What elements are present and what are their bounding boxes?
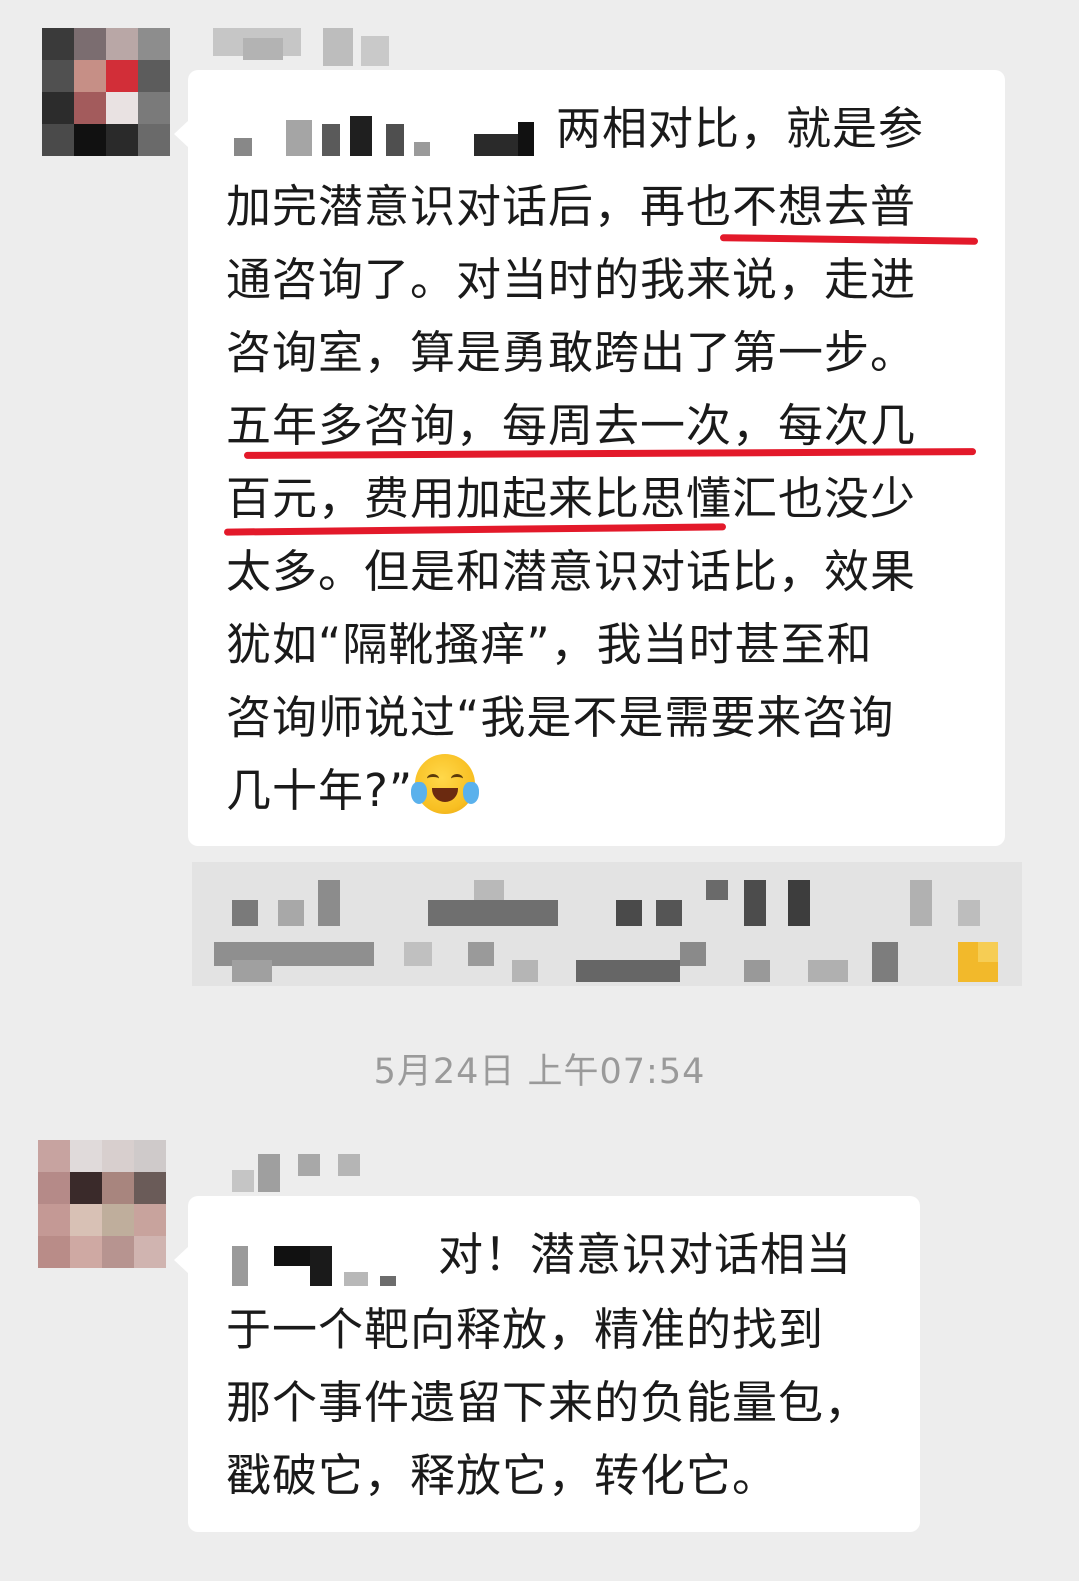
blurred-name-mention bbox=[226, 102, 556, 162]
message-line: 咨询师说过“我是不是需要来咨询 bbox=[226, 691, 895, 744]
message-bubble-1[interactable]: 两相对比，就是参 加完潜意识对话后，再也不想去普 通咨询了。对当时的我来说，走进… bbox=[174, 70, 1005, 846]
message-line: 太多。但是和潜意识对话比，效果 bbox=[226, 545, 917, 598]
blurred-name-mention bbox=[226, 1228, 438, 1288]
sender-name-blurred bbox=[232, 1154, 372, 1192]
sender-name-blurred bbox=[213, 28, 393, 66]
message-line: 加完潜意识对话后，再也不想去普 bbox=[226, 180, 917, 233]
bubble-tail bbox=[174, 120, 189, 148]
message-line: 咨询室，算是勇敢跨出了第一步。 bbox=[226, 326, 917, 379]
message-line: 戳破它，释放它，转化它。 bbox=[226, 1449, 779, 1502]
laughing-crying-face-icon bbox=[411, 754, 480, 814]
message-timestamp: 5月24日 上午07:54 bbox=[373, 1052, 706, 1092]
sender-avatar[interactable] bbox=[38, 1140, 166, 1268]
message-line: 犹如“隔靴搔痒”，我当时甚至和 bbox=[226, 618, 873, 671]
message-line: 于一个靶向释放，精准的找到 bbox=[226, 1303, 825, 1356]
message-line: 两相对比，就是参 bbox=[226, 92, 924, 165]
message-line: 对！潜意识对话相当 bbox=[226, 1218, 852, 1291]
message-line: 几十年?” bbox=[226, 754, 480, 827]
quoted-message-blurred[interactable] bbox=[192, 862, 1022, 986]
message-line: 通咨询了。对当时的我来说，走进 bbox=[226, 253, 917, 306]
bubble-tail bbox=[174, 1246, 189, 1274]
sender-avatar[interactable] bbox=[42, 28, 170, 156]
message-bubble-2[interactable]: 对！潜意识对话相当 于一个靶向释放，精准的找到 那个事件遗留下来的负能量包， 戳… bbox=[174, 1196, 920, 1532]
message-line: 那个事件遗留下来的负能量包， bbox=[226, 1376, 871, 1429]
